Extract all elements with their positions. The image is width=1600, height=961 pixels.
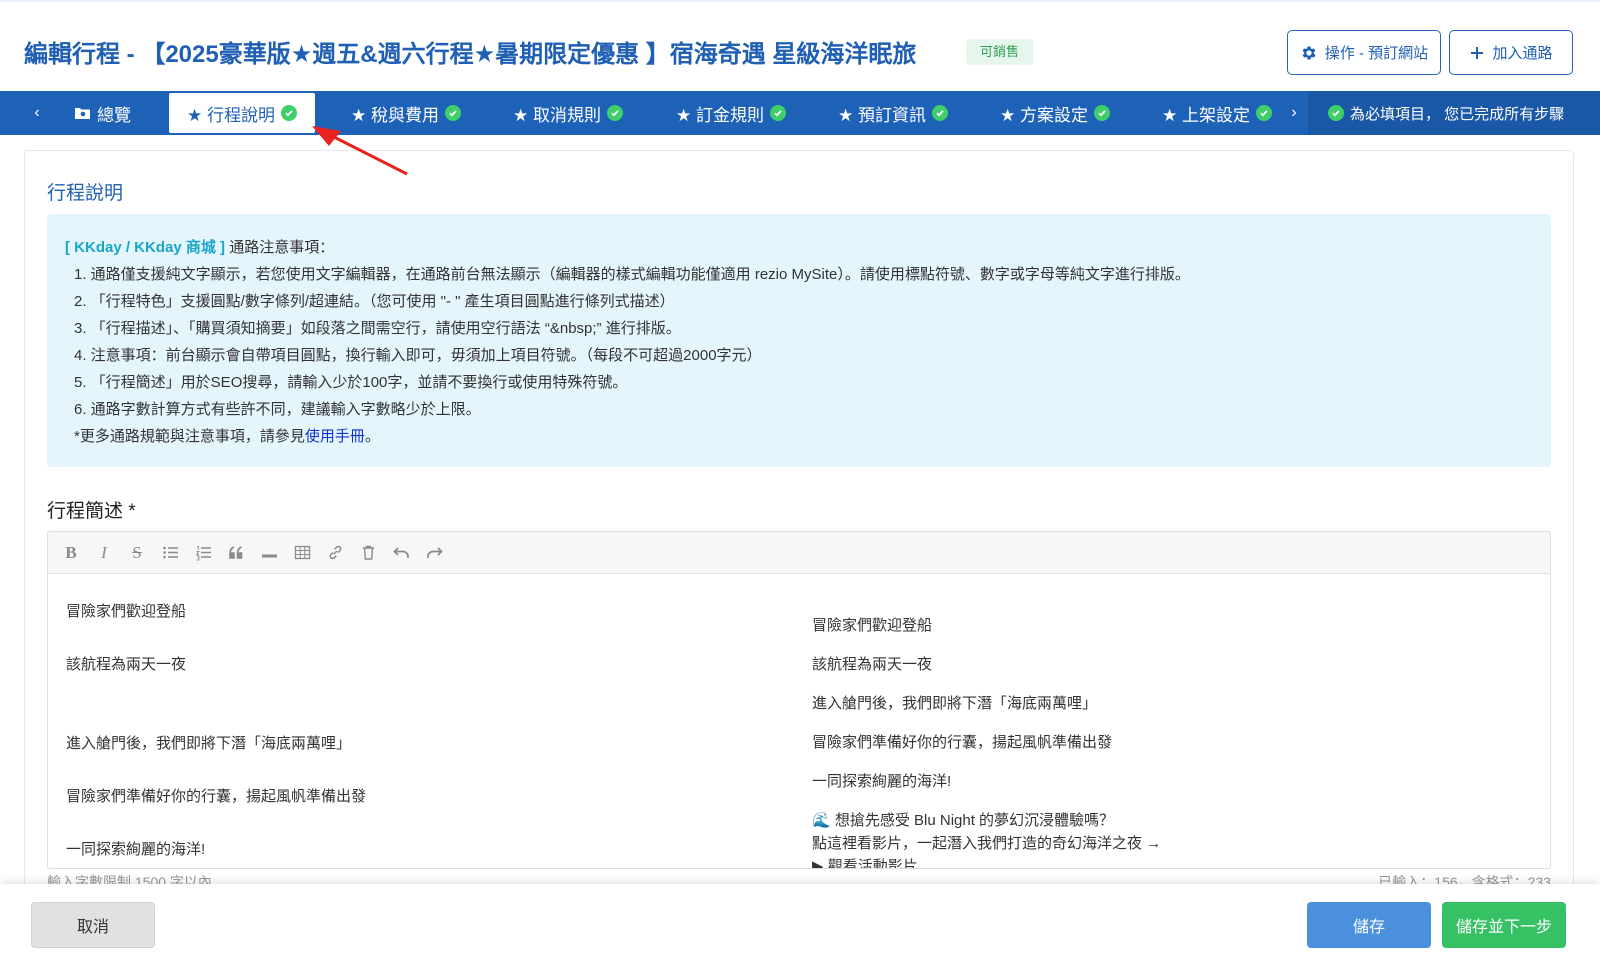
status-badge: 可銷售 bbox=[966, 39, 1034, 65]
tab-deposit-rules[interactable]: ★ 訂金規則 bbox=[676, 93, 786, 133]
horizontal-rule-icon[interactable] bbox=[260, 544, 278, 562]
check-circle-icon bbox=[769, 105, 786, 121]
tab-taxes-fees-label: ★ 稅與費用 bbox=[351, 105, 439, 125]
quote-icon[interactable] bbox=[227, 544, 245, 562]
folder-icon bbox=[75, 108, 90, 119]
notice-item: 4. 注意事項：前台顯示會自帶項目圓點，換行輸入即可，毋須加上項目符號。（每段不… bbox=[74, 347, 762, 364]
editor-paragraph: 冒險家們準備好你的行囊，揚起風帆準備出發 bbox=[66, 788, 367, 805]
preview-paragraph: 冒險家們準備好你的行囊，揚起風帆準備出發 bbox=[812, 734, 1113, 751]
bold-icon[interactable]: B bbox=[62, 543, 80, 562]
completion-note-text: 為必填項目， 您已完成所有步驟 bbox=[1350, 105, 1565, 123]
tab-taxes-fees[interactable]: ★ 稅與費用 bbox=[351, 93, 461, 133]
notice-footnote-end: 。 bbox=[364, 428, 380, 445]
tab-overview[interactable]: 總覽 bbox=[74, 93, 131, 133]
editor-paragraph: 進入艙門後，我們即將下潛「海底兩萬哩」 bbox=[66, 735, 352, 752]
save-and-next-button[interactable]: 儲存並下一步 bbox=[1442, 902, 1566, 948]
preview-video-link[interactable]: ▶ 觀看活動影片 bbox=[812, 855, 918, 868]
check-circle-icon bbox=[931, 105, 948, 121]
notice-item: 5. 「行程簡述」用於SEO搜尋，請輸入少於100字，並請不要換行或使用特殊符號… bbox=[74, 374, 628, 391]
editor-toolbar: B I S bbox=[48, 532, 1550, 574]
channel-notice: [ KKday / KKday 商城 ] 通路注意事項： 1. 通路僅支援純文字… bbox=[47, 214, 1551, 467]
operations-button-label: 操作 - 預訂網站 bbox=[1324, 45, 1429, 62]
notice-channel-prefix: [ KKday / KKday 商城 ] bbox=[65, 239, 226, 256]
operations-booking-site-button[interactable]: 操作 - 預訂網站 bbox=[1287, 30, 1441, 75]
tab-listing-settings-label: ★ 上架設定 bbox=[1162, 105, 1250, 125]
chevron-left-icon: ‹ bbox=[34, 104, 40, 121]
tab-cancellation-rules[interactable]: ★ 取消規則 bbox=[513, 93, 623, 133]
preview-paragraph: 該航程為兩天一夜 bbox=[812, 656, 933, 673]
notice-heading: 通路注意事項： bbox=[229, 239, 335, 256]
italic-icon[interactable]: I bbox=[95, 543, 113, 562]
notice-footnote: *更多通路規範與注意事項，請參見使用手冊。 bbox=[65, 423, 1533, 450]
numbered-list-icon[interactable] bbox=[194, 544, 212, 562]
editor-paragraph: 一同探索絢麗的海洋! bbox=[66, 841, 206, 858]
footer-bar: 取消 儲存 儲存並下一步 bbox=[0, 884, 1600, 961]
itinerary-summary-editor: B I S 冒險家們歡迎登船 該航程為兩天一夜 進入艙門後，我們即將下潛「海底兩… bbox=[47, 531, 1551, 869]
step-tab-bar: ‹ 總覽 ★ 行程說明 ★ 稅與費用 ★ 取消規則 ★ 訂金規則 ★ 預訂資訊 … bbox=[0, 91, 1600, 135]
preview-paragraph: 冒險家們歡迎登船 bbox=[812, 617, 933, 634]
undo-icon[interactable] bbox=[392, 544, 410, 562]
tab-itinerary-description-label: ★ 行程說明 bbox=[187, 105, 275, 125]
tab-booking-info[interactable]: ★ 預訂資訊 bbox=[838, 93, 948, 133]
cancel-button[interactable]: 取消 bbox=[31, 902, 155, 948]
notice-item: 3. 「行程描述」、「購買須知摘要」如段落之間需空行，請使用空行語法 “&nbs… bbox=[74, 320, 681, 337]
notice-footnote-text: *更多通路規範與注意事項，請參見 bbox=[74, 428, 305, 445]
add-channel-button[interactable]: 加入通路 bbox=[1449, 30, 1573, 75]
editor-content[interactable]: 冒險家們歡迎登船 該航程為兩天一夜 進入艙門後，我們即將下潛「海底兩萬哩」 冒險… bbox=[48, 574, 1550, 868]
tab-cancellation-rules-label: ★ 取消規則 bbox=[513, 105, 601, 125]
user-manual-link[interactable]: 使用手冊 bbox=[305, 428, 365, 445]
redo-icon[interactable] bbox=[425, 544, 443, 562]
save-button[interactable]: 儲存 bbox=[1307, 902, 1431, 948]
notice-item: 1. 通路僅支援純文字顯示，若您使用文字編輯器，在通路前台無法顯示（編輯器的樣式… bbox=[74, 266, 1190, 283]
notice-item: 6. 通路字數計算方式有些許不同，建議輸入字數略少於上限。 bbox=[74, 401, 481, 418]
strikethrough-icon[interactable]: S bbox=[128, 543, 146, 562]
check-circle-icon bbox=[606, 105, 623, 121]
notice-item: 2. 「行程特色」支援圓點/數字條列/超連結。（您可使用 "- " 產生項目圓點… bbox=[74, 293, 675, 310]
check-circle-icon bbox=[1255, 105, 1272, 121]
preview-paragraph: 點這裡看影片，一起潛入我們打造的奇幻海洋之夜 → bbox=[812, 835, 1162, 852]
trash-icon[interactable] bbox=[359, 544, 377, 562]
check-circle-icon bbox=[1093, 105, 1110, 121]
tabs-scroll-right-button[interactable]: › bbox=[1281, 91, 1307, 135]
link-icon[interactable] bbox=[326, 544, 344, 562]
check-circle-icon bbox=[444, 105, 461, 121]
section-title: 行程說明 bbox=[47, 183, 124, 204]
plus-icon bbox=[1471, 46, 1484, 59]
tab-overview-label: 總覽 bbox=[97, 105, 131, 125]
tabs-scroll-left-button[interactable]: ‹ bbox=[24, 91, 50, 135]
check-circle-icon bbox=[280, 105, 297, 121]
tab-deposit-rules-label: ★ 訂金規則 bbox=[676, 105, 764, 125]
gear-icon bbox=[1302, 45, 1316, 60]
add-channel-label: 加入通路 bbox=[1492, 45, 1553, 62]
tab-booking-info-label: ★ 預訂資訊 bbox=[838, 105, 926, 125]
tab-itinerary-description[interactable]: ★ 行程說明 bbox=[169, 93, 315, 133]
chevron-right-icon: › bbox=[1291, 104, 1297, 121]
editor-paragraph: 冒險家們歡迎登船 bbox=[66, 603, 187, 620]
page-header: 編輯行程 - 【2025豪華版★週五&週六行程★暑期限定優惠 】宿海奇遇 星級海… bbox=[0, 0, 1600, 91]
page-title: 編輯行程 - 【2025豪華版★週五&週六行程★暑期限定優惠 】宿海奇遇 星級海… bbox=[24, 41, 917, 68]
preview-paragraph: 🌊 想搶先感受 Blu Night 的夢幻沉浸體驗嗎？ bbox=[812, 812, 1115, 829]
preview-paragraph: 一同探索絢麗的海洋! bbox=[812, 773, 952, 790]
editor-paragraph: 該航程為兩天一夜 bbox=[66, 656, 187, 673]
preview-paragraph: 進入艙門後，我們即將下潛「海底兩萬哩」 bbox=[812, 695, 1098, 712]
bullet-list-icon[interactable] bbox=[161, 544, 179, 562]
tab-listing-settings[interactable]: ★ 上架設定 bbox=[1162, 93, 1272, 133]
completion-note: 為必填項目， 您已完成所有步驟 bbox=[1308, 91, 1600, 135]
tab-package-settings-label: ★ 方案設定 bbox=[1000, 105, 1088, 125]
tab-package-settings[interactable]: ★ 方案設定 bbox=[1000, 93, 1110, 133]
table-icon[interactable] bbox=[293, 544, 311, 562]
check-circle-icon bbox=[1328, 105, 1344, 121]
notice-heading-line: [ KKday / KKday 商城 ] 通路注意事項： bbox=[65, 234, 1533, 261]
itinerary-summary-label: 行程簡述 * bbox=[47, 501, 136, 522]
